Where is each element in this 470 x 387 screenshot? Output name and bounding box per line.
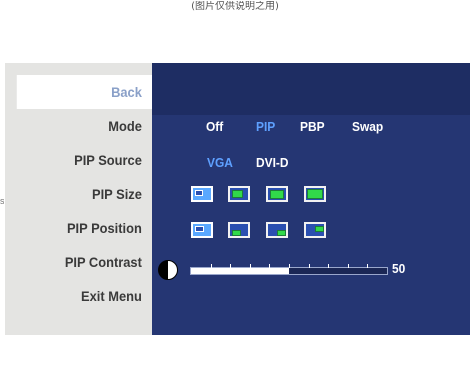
menu-item-mode[interactable]: Mode xyxy=(17,109,152,143)
pip-window-icon xyxy=(232,230,241,236)
pip-window-icon xyxy=(277,230,286,236)
pip-size-option-small[interactable] xyxy=(191,186,213,202)
page-margin-mark: s xyxy=(0,196,4,206)
mode-option-off[interactable]: Off xyxy=(206,119,223,134)
pip-window-icon xyxy=(307,189,323,199)
mode-option-swap[interactable]: Swap xyxy=(352,119,383,134)
pip-position-option-top-left[interactable] xyxy=(191,222,213,238)
mode-option-pip[interactable]: PIP xyxy=(256,119,275,134)
pip-position-option-top-right[interactable] xyxy=(304,222,326,238)
pip-window-icon xyxy=(195,190,203,196)
menu-item-pip-source[interactable]: PIP Source xyxy=(17,143,152,177)
contrast-icon xyxy=(158,260,178,280)
pip-position-option-bottom-right[interactable] xyxy=(266,222,288,238)
menu-item-pip-contrast[interactable]: PIP Contrast xyxy=(17,245,152,279)
slider-fill xyxy=(191,268,289,274)
menu-item-pip-size[interactable]: PIP Size xyxy=(17,177,152,211)
slider-tick xyxy=(367,264,369,268)
menu-item-back[interactable]: Back xyxy=(16,75,152,109)
slider-tick xyxy=(230,264,232,268)
menu-item-pip-position[interactable]: PIP Position xyxy=(17,211,152,245)
panel-header-strip xyxy=(152,63,470,115)
pip-window-icon xyxy=(195,226,204,232)
mode-option-pbp[interactable]: PBP xyxy=(300,119,325,134)
pip-window-icon xyxy=(315,226,324,232)
slider-tick xyxy=(289,264,290,268)
slider-tick xyxy=(347,264,349,268)
pip-window-icon xyxy=(270,190,284,199)
pip-contrast-value: 50 xyxy=(392,261,406,276)
menu-item-exit-menu[interactable]: Exit Menu xyxy=(17,279,152,313)
pip-contrast-slider[interactable] xyxy=(190,264,388,275)
osd-menu-list: Back Mode PIP Source PIP Size PIP Positi… xyxy=(5,63,152,335)
slider-tick xyxy=(249,264,251,268)
pip-size-option-extra-large[interactable] xyxy=(304,186,326,202)
pip-source-option-dvi-d[interactable]: DVI-D xyxy=(256,155,289,170)
slider-tick xyxy=(328,264,330,268)
pip-source-option-vga[interactable]: VGA xyxy=(207,155,233,170)
slider-tick xyxy=(308,264,310,268)
slider-tick xyxy=(269,264,271,268)
pip-window-icon xyxy=(232,190,243,198)
pip-size-option-large[interactable] xyxy=(266,186,288,202)
slider-tick xyxy=(210,264,212,268)
pip-size-option-medium[interactable] xyxy=(228,186,250,202)
image-caption: (图片仅供说明之用) xyxy=(191,1,279,12)
pip-position-option-bottom-left[interactable] xyxy=(228,222,250,238)
